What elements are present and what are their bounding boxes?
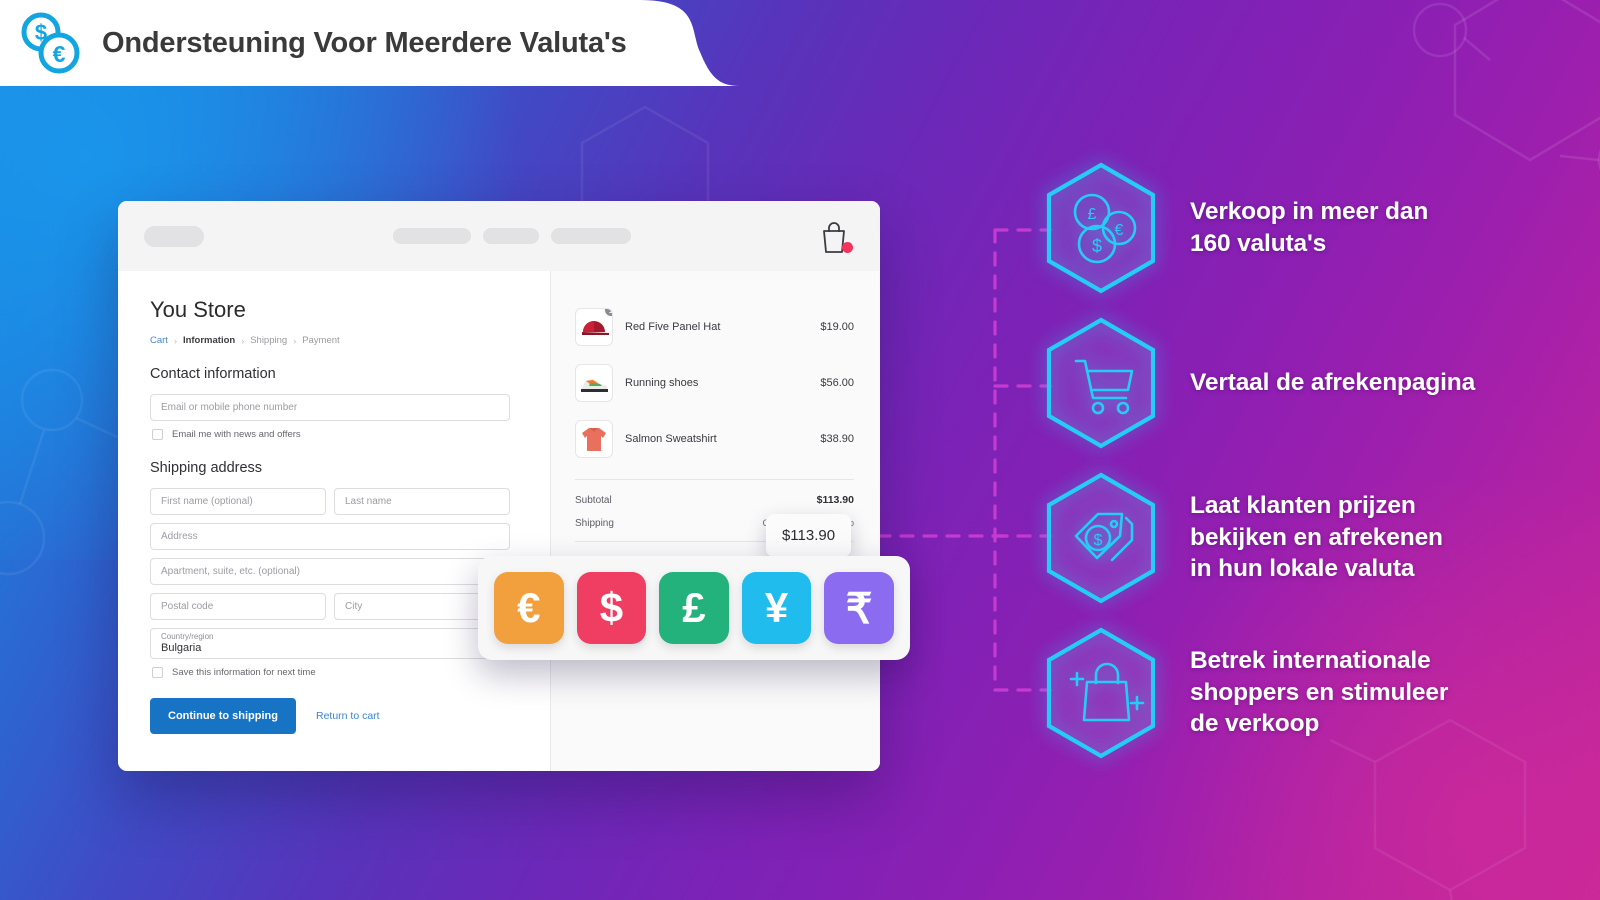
nav-placeholder-group <box>393 228 631 244</box>
feature-text: Laat klanten prijzen bekijken en afreken… <box>1190 491 1443 583</box>
cart-item: Salmon Sweatshirt $38.90 <box>575 411 854 467</box>
store-topbar <box>118 201 880 271</box>
currency-chip-tray: € $ £ ¥ ₹ <box>478 556 910 660</box>
total-callout: $113.90 <box>766 514 851 557</box>
nav-placeholder-2 <box>483 228 539 244</box>
svg-text:$: $ <box>1092 236 1102 256</box>
apartment-field[interactable]: Apartment, suite, etc. (optional) <box>150 558 510 585</box>
cart-item-name: Running shoes <box>625 377 699 389</box>
pound-chip[interactable]: £ <box>659 572 729 644</box>
first-name-field[interactable]: First name (optional) <box>150 488 326 515</box>
coins-hexagon-icon: £ € $ <box>1040 160 1162 296</box>
nav-placeholder-1 <box>393 228 471 244</box>
euro-chip[interactable]: € <box>494 572 564 644</box>
shopping-cart-hexagon-icon <box>1040 315 1162 451</box>
contact-information-heading: Contact information <box>150 366 276 382</box>
sneaker-icon <box>575 364 613 402</box>
breadcrumb-separator: › <box>173 335 177 346</box>
svg-text:£: £ <box>1088 206 1097 223</box>
feature-item-international-shoppers: Betrek internationale shoppers en stimul… <box>1040 615 1585 770</box>
feature-item-local-currency: $ Laat klanten prijzen bekijken en afrek… <box>1040 460 1585 615</box>
cart-item: Running shoes $56.00 <box>575 355 854 411</box>
svg-text:$: $ <box>1094 532 1103 549</box>
feature-list: £ € $ Verkoop in meer dan 160 valuta's V… <box>1040 150 1585 770</box>
cart-badge-dot <box>842 242 853 253</box>
breadcrumb-separator: › <box>293 335 297 346</box>
postal-code-field[interactable]: Postal code <box>150 593 326 620</box>
subtotal-value: $113.90 <box>816 494 854 506</box>
red-cap-icon: 1 <box>575 308 613 346</box>
save-info-checkbox-row[interactable]: Save this information for next time <box>152 667 510 678</box>
sweatshirt-icon <box>575 420 613 458</box>
shopping-bag-icon[interactable] <box>818 221 853 255</box>
header-ribbon: $ € Ondersteuning Voor Meerdere Valuta's <box>0 0 740 86</box>
page-title: Ondersteuning Voor Meerdere Valuta's <box>102 26 627 59</box>
feature-text: Verkoop in meer dan 160 valuta's <box>1190 197 1429 257</box>
store-name: You Store <box>150 297 246 322</box>
cart-item: 1 Red Five Panel Hat $19.00 <box>575 299 854 355</box>
country-region-label: Country/region <box>161 632 214 642</box>
price-tag-hexagon-icon: $ <box>1040 470 1162 606</box>
return-to-cart-link[interactable]: Return to cart <box>316 710 380 722</box>
svg-text:€: € <box>1115 222 1124 239</box>
last-name-field[interactable]: Last name <box>334 488 510 515</box>
feature-text: Betrek internationale shoppers en stimul… <box>1190 646 1449 738</box>
save-info-checkbox[interactable] <box>152 667 163 678</box>
email-field[interactable]: Email or mobile phone number <box>150 394 510 421</box>
subtotal-row: Subtotal $113.90 <box>575 494 854 506</box>
breadcrumb-item-shipping[interactable]: Shipping <box>250 335 287 346</box>
newsletter-checkbox[interactable] <box>152 429 163 440</box>
country-region-value: Bulgaria <box>161 642 202 655</box>
continue-to-shipping-button[interactable]: Continue to shipping <box>150 698 296 734</box>
breadcrumb-item-cart[interactable]: Cart <box>150 335 168 346</box>
cart-item-name: Red Five Panel Hat <box>625 321 721 333</box>
cart-item-price: $19.00 <box>820 321 854 333</box>
cart-item-name: Salmon Sweatshirt <box>625 433 717 445</box>
address-field[interactable]: Address <box>150 523 510 550</box>
breadcrumb: Cart › Information › Shipping › Payment <box>150 335 510 346</box>
cart-item-price: $38.90 <box>820 433 854 445</box>
shipping-label: Shipping <box>575 518 614 529</box>
breadcrumb-item-payment[interactable]: Payment <box>302 335 340 346</box>
feature-item-translate: Vertaal de afrekenpagina <box>1040 305 1585 460</box>
breadcrumb-item-information[interactable]: Information <box>183 335 235 346</box>
newsletter-checkbox-label: Email me with news and offers <box>172 429 301 440</box>
checkout-window-mock: You Store Cart › Information › Shipping … <box>118 201 880 771</box>
country-region-select[interactable]: Country/region Bulgaria <box>150 628 510 659</box>
store-logo-placeholder <box>144 225 204 247</box>
shipping-address-heading: Shipping address <box>150 460 263 476</box>
cart-item-price: $56.00 <box>820 377 854 389</box>
breadcrumb-separator: › <box>241 335 245 346</box>
dollar-euro-coins-icon: $ € <box>21 12 80 74</box>
rupee-chip[interactable]: ₹ <box>824 572 894 644</box>
yen-chip[interactable]: ¥ <box>741 572 812 644</box>
subtotal-label: Subtotal <box>575 495 612 506</box>
nav-placeholder-3 <box>551 228 631 244</box>
feature-item-currencies: £ € $ Verkoop in meer dan 160 valuta's <box>1040 150 1585 305</box>
save-info-checkbox-label: Save this information for next time <box>172 667 316 678</box>
dollar-chip[interactable]: $ <box>576 572 647 644</box>
summary-divider <box>575 479 854 480</box>
feature-text: Vertaal de afrekenpagina <box>1190 368 1476 396</box>
newsletter-checkbox-row[interactable]: Email me with news and offers <box>152 429 510 440</box>
checkout-form-panel: You Store Cart › Information › Shipping … <box>118 271 550 771</box>
shopping-bag-hexagon-icon <box>1040 625 1162 761</box>
svg-text:€: € <box>53 41 66 67</box>
